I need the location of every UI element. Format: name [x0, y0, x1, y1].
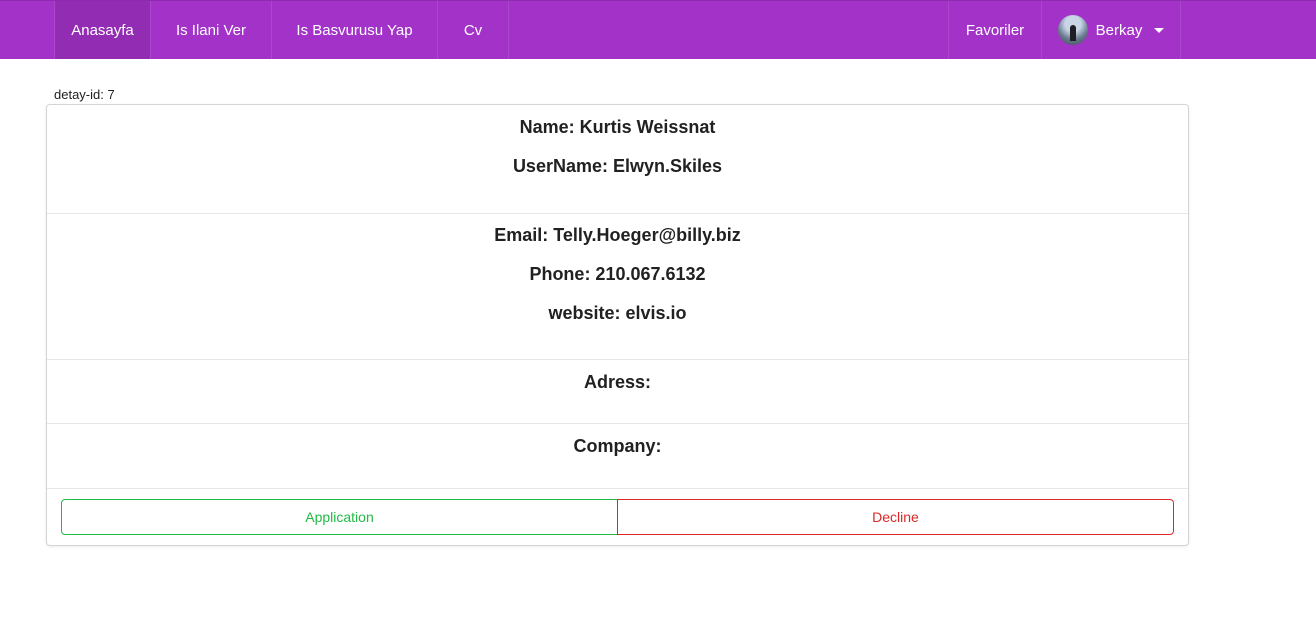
profile-card: Name: Kurtis Weissnat UserName: Elwyn.Sk… — [46, 104, 1189, 546]
decline-button-label: Decline — [872, 509, 919, 525]
nav-divider — [508, 1, 509, 59]
top-navbar: Anasayfa Is Ilani Ver Is Basvurusu Yap C… — [0, 0, 1316, 59]
card-section-company: Company: — [47, 424, 1188, 489]
detail-id-label: detay-id: 7 — [54, 87, 115, 102]
nav-item-home[interactable]: Anasayfa — [55, 1, 150, 59]
nav-divider — [1180, 1, 1181, 59]
profile-username: UserName: Elwyn.Skiles — [512, 156, 723, 176]
card-section-identity: Name: Kurtis Weissnat UserName: Elwyn.Sk… — [47, 105, 1188, 214]
nav-item-apply-job[interactable]: Is Basvurusu Yap — [272, 1, 437, 59]
user-avatar — [1057, 15, 1088, 45]
nav-item-post-job-label: Is Ilani Ver — [175, 21, 247, 39]
profile-email: Email: Telly.Hoeger@billy.biz — [494, 225, 741, 245]
application-button-label: Application — [305, 509, 374, 525]
nav-item-cv-label: Cv — [463, 21, 483, 39]
nav-item-cv[interactable]: Cv — [438, 1, 508, 59]
nav-item-favorites-label: Favoriler — [965, 21, 1025, 39]
user-menu-dropdown[interactable]: Berkay — [1042, 1, 1180, 59]
card-section-address: Adress: — [47, 360, 1188, 424]
nav-item-apply-job-label: Is Basvurusu Yap — [296, 21, 413, 39]
profile-name: Name: Kurtis Weissnat — [519, 117, 716, 137]
profile-website: website: elvis.io — [548, 303, 687, 323]
profile-address: Adress: — [583, 372, 652, 392]
profile-phone: Phone: 210.067.6132 — [529, 264, 706, 284]
user-name: Berkay — [1095, 21, 1143, 39]
decline-button[interactable]: Decline — [617, 499, 1174, 535]
application-button[interactable]: Application — [61, 499, 618, 535]
profile-company: Company: — [573, 436, 662, 456]
card-section-contact: Email: Telly.Hoeger@billy.biz Phone: 210… — [47, 214, 1188, 360]
nav-item-home-label: Anasayfa — [71, 21, 134, 39]
nav-item-post-job[interactable]: Is Ilani Ver — [151, 1, 271, 59]
nav-item-favorites[interactable]: Favoriler — [949, 1, 1041, 59]
caret-down-icon — [1154, 27, 1165, 33]
